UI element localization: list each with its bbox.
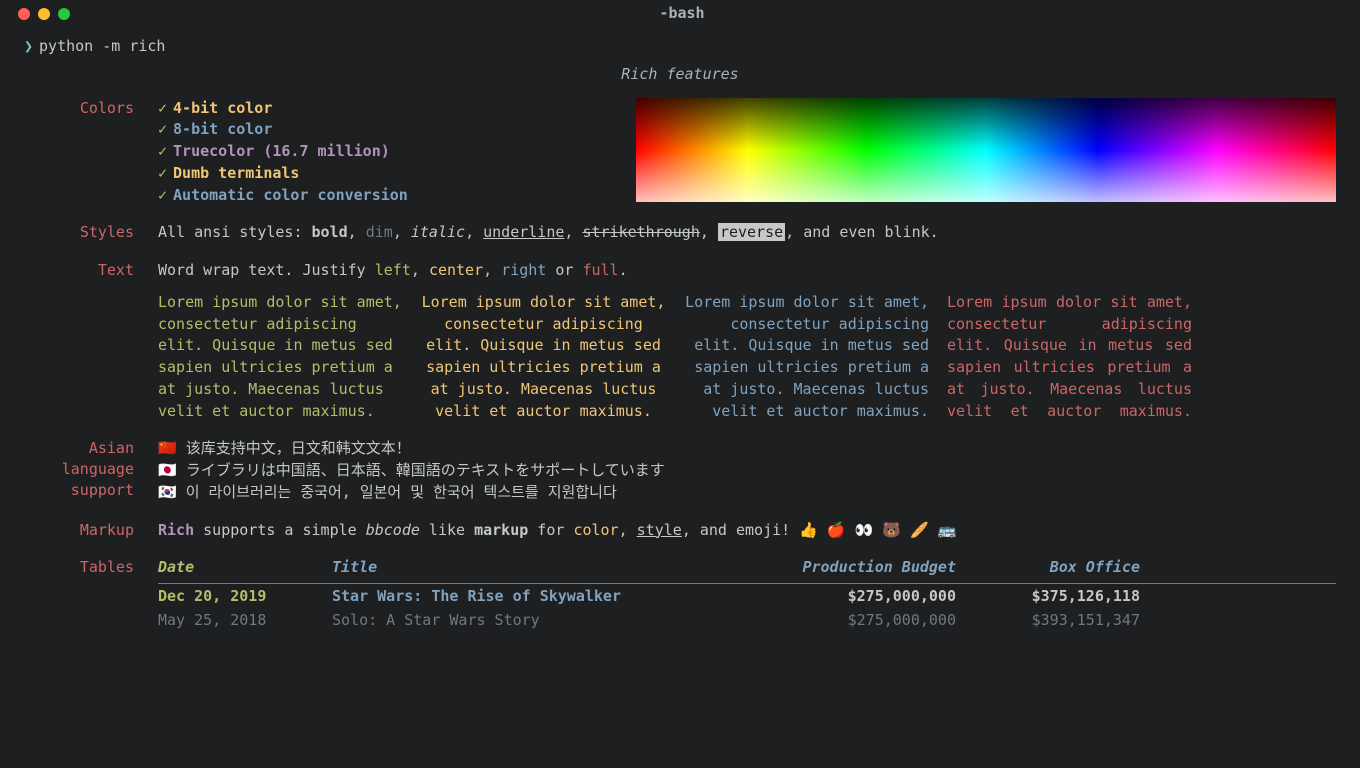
lorem-full: Lorem ipsum dolor sit amet, consectetur … bbox=[947, 292, 1192, 423]
traffic-lights bbox=[18, 8, 70, 20]
colors-item: Automatic color conversion bbox=[173, 186, 408, 204]
check-icon: ✓ bbox=[158, 99, 167, 117]
text-or: or bbox=[546, 261, 582, 279]
section-label-asian: Asian language support bbox=[24, 438, 134, 501]
table-row: May 25, 2018 Solo: A Star Wars Story $27… bbox=[158, 608, 1336, 632]
titlebar: -bash bbox=[0, 0, 1360, 28]
demo-table: Date Title Production Budget Box Office … bbox=[158, 557, 1336, 631]
td-date: Dec 20, 2019 bbox=[158, 586, 308, 608]
td-title: Star Wars: The Rise of Skywalker bbox=[332, 586, 732, 608]
styles-line: All ansi styles: bold, dim, italic, unde… bbox=[158, 222, 1336, 244]
prompt-line: ❯ python -m rich bbox=[24, 36, 1336, 58]
text-lead: Word wrap text. Justify bbox=[158, 261, 375, 279]
style-strike: strikethrough bbox=[582, 223, 699, 241]
th-box: Box Office bbox=[980, 557, 1140, 579]
th-title: Title bbox=[332, 557, 732, 579]
justify-left: left bbox=[375, 261, 411, 279]
check-icon: ✓ bbox=[158, 120, 167, 138]
table-row: Dec 20, 2019 Star Wars: The Rise of Skyw… bbox=[158, 584, 1336, 608]
style-bold: bold bbox=[312, 223, 348, 241]
lorem-right: Lorem ipsum dolor sit amet, consectetur … bbox=[684, 292, 929, 423]
text-line: Word wrap text. Justify left, center, ri… bbox=[158, 260, 1336, 282]
th-date: Date bbox=[158, 557, 308, 579]
th-budget: Production Budget bbox=[756, 557, 956, 579]
markup-line: Rich supports a simple bbcode like marku… bbox=[158, 520, 1336, 542]
styles-tail: , and even blink. bbox=[785, 223, 939, 241]
style-dim: dim bbox=[366, 223, 393, 241]
asian-line: 🇯🇵 ライブラリは中国語、日本語、韓国語のテキストをサポートしています bbox=[158, 460, 1336, 482]
command-text: python -m rich bbox=[39, 37, 165, 55]
colors-item: Truecolor (16.7 million) bbox=[173, 142, 390, 160]
lorem-left: Lorem ipsum dolor sit amet, consectetur … bbox=[158, 292, 403, 423]
minimize-icon[interactable] bbox=[38, 8, 50, 20]
terminal-window: -bash ❯ python -m rich Rich features Colo… bbox=[0, 0, 1360, 768]
style-reverse: reverse bbox=[718, 223, 785, 241]
section-label-colors: Colors bbox=[24, 98, 134, 120]
table-header-row: Date Title Production Budget Box Office bbox=[158, 557, 1336, 584]
section-label-text: Text bbox=[24, 260, 134, 282]
td-box: $393,151,347 bbox=[980, 610, 1140, 632]
section-label-tables: Tables bbox=[24, 557, 134, 579]
zoom-icon[interactable] bbox=[58, 8, 70, 20]
justify-right: right bbox=[501, 261, 546, 279]
check-icon: ✓ bbox=[158, 142, 167, 160]
colors-list: ✓ 4-bit color ✓ 8-bit color ✓ Truecolor (16… bbox=[158, 98, 612, 207]
asian-line: 🇰🇷 이 라이브러리는 중국어, 일본어 및 한국어 텍스트를 지원합니다 bbox=[158, 482, 1336, 504]
output-heading: Rich features bbox=[24, 58, 1336, 98]
terminal-body[interactable]: ❯ python -m rich Rich features Colors ✓ 4-… bbox=[0, 28, 1360, 632]
close-icon[interactable] bbox=[18, 8, 30, 20]
section-label-styles: Styles bbox=[24, 222, 134, 244]
colors-item: 4-bit color bbox=[173, 99, 272, 117]
styles-lead: All ansi styles: bbox=[158, 223, 312, 241]
text-period: . bbox=[619, 261, 628, 279]
asian-line: 🇨🇳 该库支持中文，日文和韩文文本！ bbox=[158, 438, 1336, 460]
td-budget: $275,000,000 bbox=[756, 586, 956, 608]
markup-color: color bbox=[573, 521, 618, 539]
justify-full: full bbox=[582, 261, 618, 279]
check-icon: ✓ bbox=[158, 186, 167, 204]
check-icon: ✓ bbox=[158, 164, 167, 182]
lorem-center: Lorem ipsum dolor sit amet, consectetur … bbox=[421, 292, 666, 423]
section-label-markup: Markup bbox=[24, 520, 134, 542]
colors-item: Dumb terminals bbox=[173, 164, 299, 182]
window-title: -bash bbox=[70, 3, 1294, 25]
td-box: $375,126,118 bbox=[980, 586, 1140, 608]
color-spectrum bbox=[636, 98, 1336, 202]
markup-markup: markup bbox=[474, 521, 528, 539]
colors-item: 8-bit color bbox=[173, 120, 272, 138]
markup-bbcode: bbcode bbox=[366, 521, 420, 539]
style-underline: underline bbox=[483, 223, 564, 241]
justify-center: center bbox=[429, 261, 483, 279]
asian-lines: 🇨🇳 该库支持中文，日文和韩文文本！ 🇯🇵 ライブラリは中国語、日本語、韓国語の… bbox=[158, 438, 1336, 503]
td-date: May 25, 2018 bbox=[158, 610, 308, 632]
markup-emoji: 👍 🍎 👀 🐻 🥖 🚌 bbox=[799, 521, 956, 539]
td-budget: $275,000,000 bbox=[756, 610, 956, 632]
prompt-caret: ❯ bbox=[24, 37, 33, 55]
markup-style: style bbox=[637, 521, 682, 539]
style-italic: italic bbox=[411, 223, 465, 241]
td-title: Solo: A Star Wars Story bbox=[332, 610, 732, 632]
lorem-grid: Lorem ipsum dolor sit amet, consectetur … bbox=[158, 292, 1336, 423]
markup-rich: Rich bbox=[158, 521, 194, 539]
